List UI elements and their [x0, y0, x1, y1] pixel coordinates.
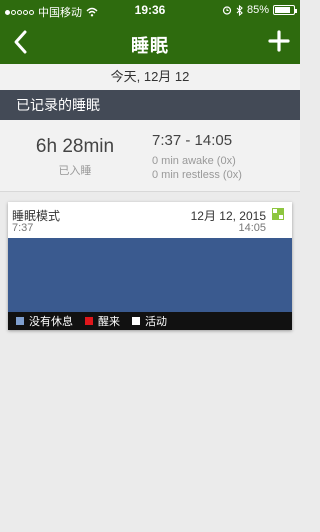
legend-label: 活动 [145, 316, 167, 328]
page-title: 睡眠 [131, 36, 169, 56]
alarm-icon [222, 6, 232, 15]
sleep-time-range: 7:37 - 14:05 [152, 132, 233, 149]
awake-stat: 0 min awake (0x) [152, 155, 236, 167]
expand-icon[interactable] [272, 208, 284, 220]
date-label: 今天, 12月 12 [0, 64, 300, 90]
chart-legend: 没有休息 醒来 活动 [8, 312, 292, 330]
sleep-summary[interactable]: 6h 28min 已入睡 7:37 - 14:05 0 min awake (0… [0, 120, 300, 192]
card-header: 睡眠模式 7:37 12月 12, 2015 14:05 [8, 202, 292, 238]
card-end-time: 14:05 [238, 222, 266, 234]
series-area-0 [8, 238, 292, 312]
sleep-chart [8, 238, 292, 312]
legend-label: 醒来 [98, 316, 120, 328]
legend-swatch [85, 317, 93, 325]
legend-swatch [16, 317, 24, 325]
legend-swatch [132, 317, 140, 325]
legend-item: 活动 [132, 313, 167, 329]
sleep-duration: 6h 28min [35, 136, 115, 157]
card-start-time: 7:37 [12, 222, 34, 234]
sleep-pattern-card[interactable]: 睡眠模式 7:37 12月 12, 2015 14:05 没有休息 醒来 活动 [8, 202, 292, 330]
section-header: 已记录的睡眠 [0, 90, 300, 120]
legend-label: 没有休息 [29, 316, 73, 328]
bluetooth-icon [236, 4, 243, 16]
status-right: 85% [222, 4, 297, 16]
plus-icon[interactable] [268, 30, 290, 52]
sleep-duration-label: 已入睡 [58, 165, 92, 177]
battery-percent: 85% [246, 4, 269, 16]
battery-icon [273, 5, 297, 15]
status-bar: 中国移动 19:36 85% [0, 0, 300, 20]
legend-item: 没有休息 [16, 313, 73, 329]
restless-stat: 0 min restless (0x) [152, 169, 242, 181]
legend-item: 醒来 [85, 313, 120, 329]
nav-bar: 睡眠 [0, 20, 300, 64]
